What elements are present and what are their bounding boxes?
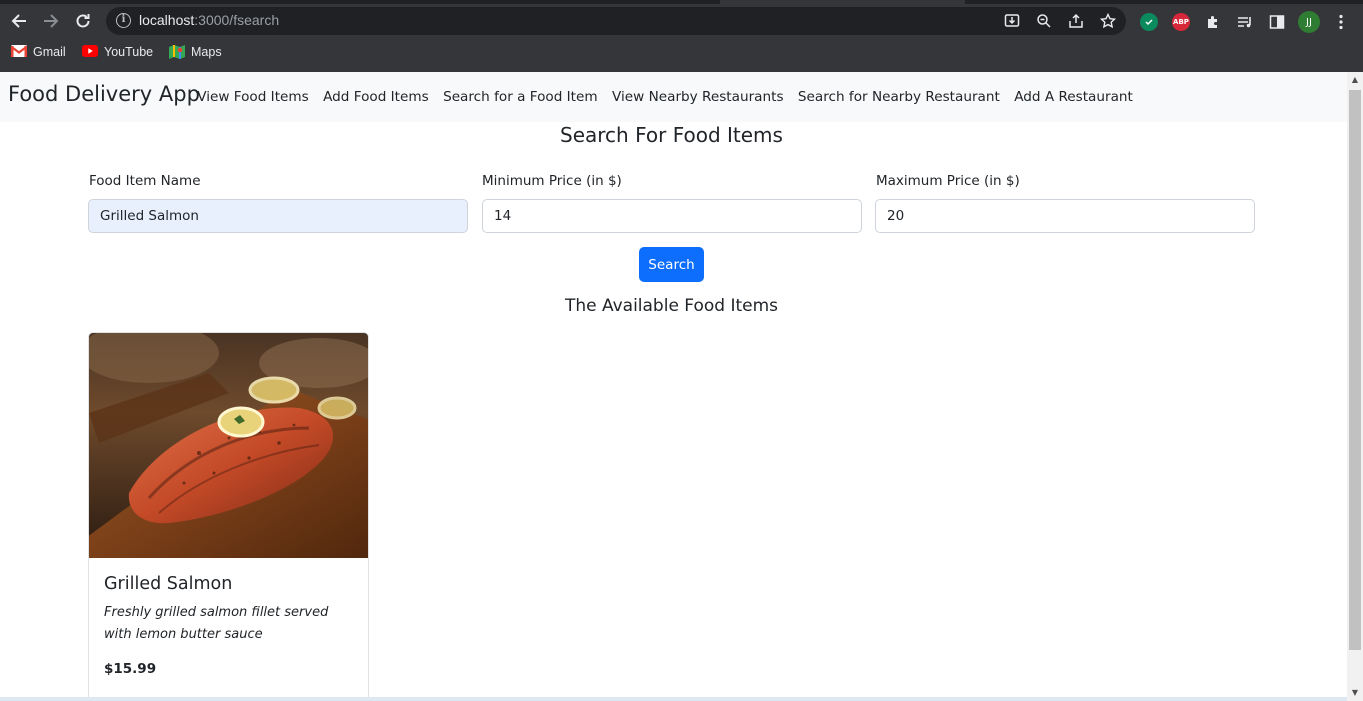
bookmark-maps-label: Maps	[191, 45, 222, 59]
results-title: The Available Food Items	[564, 296, 779, 316]
min-price-label: Minimum Price (in $)	[482, 173, 622, 189]
bookmark-gmail[interactable]: Gmail	[10, 45, 66, 59]
forward-arrow-icon[interactable]	[39, 9, 63, 33]
nav-link-add-restaurant[interactable]: Add A Restaurant	[1007, 89, 1140, 105]
zoom-icon[interactable]	[1034, 11, 1054, 31]
app-navbar: Food Delivery App View Food Items Add Fo…	[0, 72, 1347, 122]
nav-links: View Food Items Add Food Items Search fo…	[190, 89, 1140, 105]
food-name-label: Food Item Name	[89, 173, 201, 189]
grilled-salmon-image	[89, 333, 368, 558]
side-panel-icon[interactable]	[1268, 13, 1286, 31]
nav-link-view-nearby-restaurants[interactable]: View Nearby Restaurants	[605, 89, 791, 105]
page-scrollbar[interactable]: ▲ ▼	[1347, 72, 1363, 701]
bottom-strip	[0, 697, 1347, 701]
min-price-input[interactable]	[482, 199, 862, 233]
address-bar[interactable]: i localhost:3000/fsearch	[106, 7, 1126, 35]
install-app-icon[interactable]	[1002, 11, 1022, 31]
bookmark-youtube[interactable]: YouTube	[82, 45, 153, 59]
page-viewport: Food Delivery App View Food Items Add Fo…	[0, 72, 1347, 701]
food-item-card: Grilled Salmon Freshly grilled salmon fi…	[88, 332, 369, 701]
scroll-down-arrow-icon[interactable]: ▼	[1347, 685, 1363, 701]
profile-avatar[interactable]: JJ	[1298, 11, 1320, 33]
nav-link-search-food-item[interactable]: Search for a Food Item	[436, 89, 605, 105]
nav-link-view-food-items[interactable]: View Food Items	[190, 89, 316, 105]
scrollbar-thumb[interactable]	[1349, 90, 1361, 650]
food-item-name: Grilled Salmon	[104, 574, 233, 594]
bookmark-gmail-label: Gmail	[33, 45, 66, 59]
nav-link-search-nearby-restaurant[interactable]: Search for Nearby Restaurant	[791, 89, 1007, 105]
extensions-puzzle-icon[interactable]	[1204, 13, 1222, 31]
food-name-input[interactable]	[88, 199, 468, 233]
search-button[interactable]: Search	[639, 247, 704, 282]
bookmark-maps[interactable]: Maps	[169, 45, 222, 59]
bookmarks-bar: Gmail YouTube Maps	[0, 40, 1363, 68]
nav-link-add-food-items[interactable]: Add Food Items	[316, 89, 436, 105]
adblock-plus-icon[interactable]: ABP	[1172, 13, 1190, 31]
share-icon[interactable]	[1066, 11, 1086, 31]
url-host: localhost	[139, 12, 195, 28]
browser-menu-icon[interactable]	[1332, 13, 1350, 31]
bookmark-youtube-label: YouTube	[104, 45, 154, 59]
shield-extension-icon[interactable]	[1140, 13, 1158, 31]
page-title: Search For Food Items	[560, 123, 783, 147]
navbar-brand[interactable]: Food Delivery App	[8, 82, 200, 106]
site-info-icon[interactable]: i	[116, 13, 131, 28]
back-arrow-icon[interactable]	[7, 9, 31, 33]
youtube-icon	[82, 45, 98, 59]
url-path: :3000/fsearch	[194, 12, 280, 28]
browser-chrome: i localhost:3000/fsearch ABP JJ Gmail Yo…	[0, 0, 1363, 72]
gmail-icon	[10, 45, 28, 59]
media-queue-icon[interactable]	[1236, 13, 1254, 31]
browser-toolbar: i localhost:3000/fsearch ABP JJ	[0, 4, 1363, 38]
maps-icon	[169, 45, 185, 59]
max-price-input[interactable]	[875, 199, 1255, 233]
reload-icon[interactable]	[71, 9, 95, 33]
food-item-description: Freshly grilled salmon fillet served wit…	[104, 605, 329, 642]
max-price-label: Maximum Price (in $)	[876, 173, 1020, 189]
bookmark-star-icon[interactable]	[1098, 11, 1118, 31]
food-item-price: $15.99	[104, 661, 157, 677]
url-text[interactable]: localhost:3000/fsearch	[139, 12, 279, 28]
scroll-up-arrow-icon[interactable]: ▲	[1347, 72, 1363, 88]
